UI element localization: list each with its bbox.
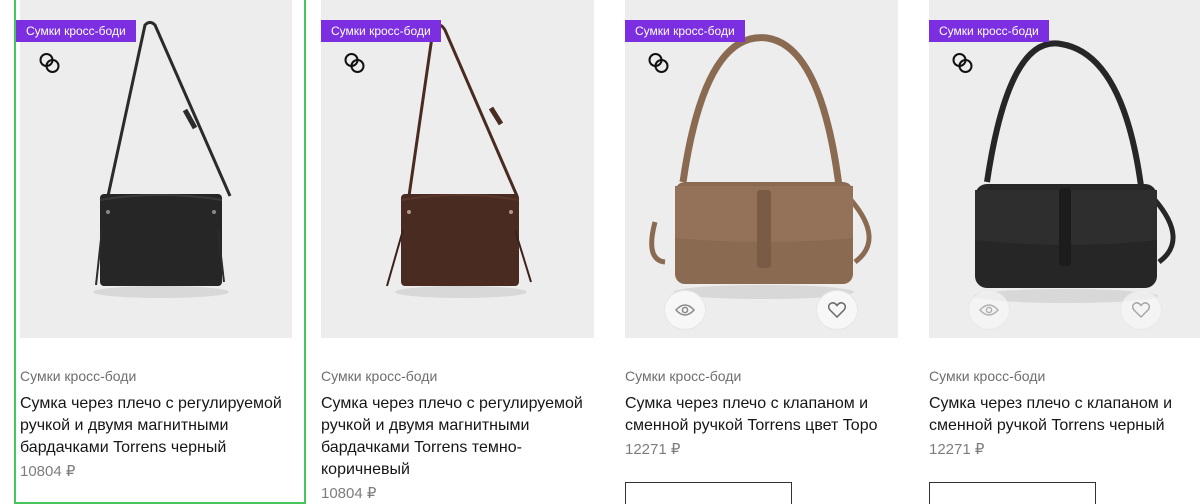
heart-icon xyxy=(828,302,846,318)
product-card-4[interactable]: Сумки кросс-боди Сумки кросс-боди Сумка … xyxy=(929,0,1200,504)
product-title[interactable]: Сумка через плечо с клапаном и сменной р… xyxy=(625,393,901,437)
product-category[interactable]: Сумки кросс-боди xyxy=(929,366,1200,386)
buy-button[interactable] xyxy=(929,482,1096,504)
product-category[interactable]: Сумки кросс-боди xyxy=(321,366,597,386)
product-card-3[interactable]: Сумки кросс-боди Сумки кросс-боди Сумка … xyxy=(625,0,905,504)
heart-icon xyxy=(1132,302,1150,318)
compare-icon[interactable] xyxy=(647,52,671,74)
product-title[interactable]: Сумка через плечо с регулируемой ручкой … xyxy=(20,393,296,459)
compare-icon[interactable] xyxy=(951,52,975,74)
product-image[interactable] xyxy=(929,0,1200,338)
product-category[interactable]: Сумки кросс-боди xyxy=(625,366,901,386)
quick-view-button[interactable] xyxy=(969,291,1009,329)
product-title[interactable]: Сумка через плечо с клапаном и сменной р… xyxy=(929,393,1200,437)
category-badge: Сумки кросс-боди xyxy=(321,20,441,42)
compare-icon[interactable] xyxy=(38,52,62,74)
product-info: Сумки кросс-боди Сумка через плечо с рег… xyxy=(321,366,597,504)
eye-icon xyxy=(979,304,999,316)
category-badge: Сумки кросс-боди xyxy=(625,20,745,42)
product-image[interactable] xyxy=(20,0,292,338)
quick-view-button[interactable] xyxy=(665,291,705,329)
bag-image xyxy=(649,34,872,299)
bag-image xyxy=(386,23,532,298)
category-badge: Сумки кросс-боди xyxy=(16,20,136,42)
product-price: 10804 ₽ xyxy=(20,463,76,480)
favorite-button[interactable] xyxy=(1121,291,1161,329)
product-info: Сумки кросс-боди Сумка через плечо с рег… xyxy=(20,366,296,483)
compare-icon[interactable] xyxy=(343,52,367,74)
favorite-button[interactable] xyxy=(817,291,857,329)
product-title[interactable]: Сумка через плечо с регулируемой ручкой … xyxy=(321,393,597,481)
buy-button[interactable] xyxy=(625,482,792,504)
product-price: 12271 ₽ xyxy=(625,441,681,458)
product-price: 12271 ₽ xyxy=(929,441,985,458)
product-card-2[interactable]: Сумки кросс-боди Сумки кросс-боди Сумка … xyxy=(321,0,601,504)
eye-icon xyxy=(675,304,695,316)
product-price: 10804 ₽ xyxy=(321,485,377,502)
product-info: Сумки кросс-боди Сумка через плечо с кла… xyxy=(625,366,901,461)
bag-image xyxy=(93,21,232,298)
product-category[interactable]: Сумки кросс-боди xyxy=(20,366,296,386)
bag-image xyxy=(974,40,1176,303)
product-image[interactable] xyxy=(321,0,594,338)
product-info: Сумки кросс-боди Сумка через плечо с кла… xyxy=(929,366,1200,461)
product-card-1[interactable]: Сумки кросс-боди Сумки кросс-боди Сумка … xyxy=(14,0,306,504)
product-image[interactable] xyxy=(625,0,898,338)
category-badge: Сумки кросс-боди xyxy=(929,20,1049,42)
